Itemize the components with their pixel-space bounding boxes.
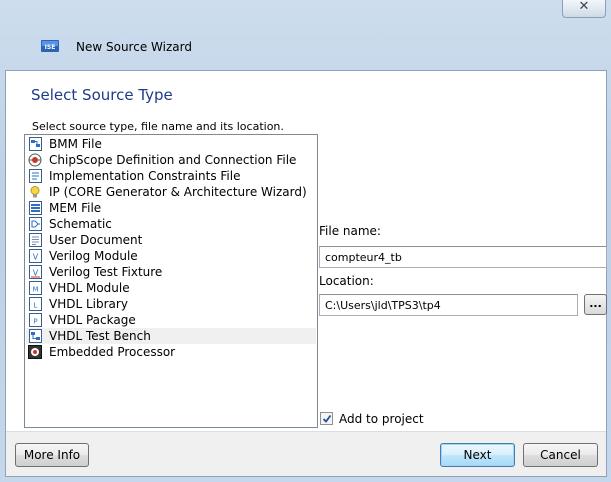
- source-type-item[interactable]: Implementation Constraints File: [26, 168, 316, 184]
- mem-file-icon: [28, 201, 42, 215]
- source-type-label: IP (CORE Generator & Architecture Wizard…: [49, 185, 307, 199]
- browse-button[interactable]: ...: [584, 294, 607, 315]
- svg-text:M: M: [32, 286, 38, 294]
- file-name-input[interactable]: [319, 246, 607, 268]
- source-type-item[interactable]: V Verilog Test Fixture: [26, 264, 316, 280]
- source-type-list[interactable]: BMM File ChipScope Definition and Connect…: [24, 134, 318, 428]
- source-type-item[interactable]: V Verilog Module: [26, 248, 316, 264]
- source-type-label: Schematic: [49, 217, 112, 231]
- source-type-label: ChipScope Definition and Connection File: [49, 153, 297, 167]
- schematic-icon: [28, 217, 42, 231]
- verilog-test-fixture-icon: V: [28, 265, 42, 279]
- source-type-item[interactable]: MEM File: [26, 200, 316, 216]
- source-type-item[interactable]: VHDL Test Bench: [26, 328, 316, 344]
- next-button[interactable]: Next: [440, 443, 515, 467]
- close-button[interactable]: ✕: [562, 0, 606, 18]
- source-type-label: Verilog Test Fixture: [49, 265, 163, 279]
- source-type-item[interactable]: ChipScope Definition and Connection File: [26, 152, 316, 168]
- source-type-item[interactable]: Embedded Processor: [26, 344, 316, 360]
- constraints-file-icon: [28, 169, 42, 183]
- location-input[interactable]: [319, 294, 578, 316]
- source-type-item[interactable]: Schematic: [26, 216, 316, 232]
- source-type-label: VHDL Library: [49, 297, 128, 311]
- bmm-file-icon: [28, 137, 42, 151]
- svg-text:P: P: [33, 318, 37, 326]
- source-type-label: VHDL Package: [49, 313, 136, 327]
- source-type-item[interactable]: IP (CORE Generator & Architecture Wizard…: [26, 184, 316, 200]
- source-type-label: Verilog Module: [49, 249, 138, 263]
- svg-text:ISE: ISE: [45, 44, 56, 51]
- window-title: New Source Wizard: [76, 40, 192, 54]
- more-info-button[interactable]: More Info: [15, 443, 89, 467]
- source-type-label: Embedded Processor: [49, 345, 176, 359]
- svg-text:V: V: [32, 253, 38, 262]
- button-bar: More Info Next Cancel: [6, 432, 606, 476]
- close-icon: ✕: [578, 0, 590, 14]
- vhdl-library-icon: L: [28, 297, 42, 311]
- file-name-label: File name:: [319, 224, 381, 238]
- add-to-project-checkbox[interactable]: [320, 412, 333, 425]
- checkmark-icon: [322, 414, 332, 423]
- source-type-item[interactable]: M VHDL Module: [26, 280, 316, 296]
- source-type-label: VHDL Test Bench: [49, 329, 151, 343]
- page-heading: Select Source Type: [31, 86, 173, 104]
- svg-text:V: V: [32, 269, 38, 278]
- source-type-label: Implementation Constraints File: [49, 169, 241, 183]
- source-type-item[interactable]: BMM File: [26, 136, 316, 152]
- source-type-label: User Document: [49, 233, 143, 247]
- svg-text:L: L: [33, 302, 37, 310]
- location-label: Location:: [319, 274, 374, 288]
- source-type-label: MEM File: [49, 201, 102, 215]
- add-to-project-label: Add to project: [339, 412, 424, 426]
- source-type-label: VHDL Module: [49, 281, 130, 295]
- vhdl-module-icon: M: [28, 281, 42, 295]
- cancel-button[interactable]: Cancel: [523, 443, 598, 467]
- page-instruction: Select source type, file name and its lo…: [32, 120, 284, 133]
- vhdl-test-bench-icon: [28, 329, 42, 343]
- verilog-module-icon: V: [28, 249, 42, 263]
- embedded-processor-icon: [28, 345, 42, 359]
- source-type-item[interactable]: L VHDL Library: [26, 296, 316, 312]
- ip-core-icon: [28, 185, 42, 199]
- user-document-icon: [28, 233, 42, 247]
- wizard-panel: Select Source Type Select source type, f…: [5, 70, 607, 477]
- ise-app-icon: ISE: [41, 39, 59, 53]
- source-type-item[interactable]: User Document: [26, 232, 316, 248]
- source-type-item[interactable]: P VHDL Package: [26, 312, 316, 328]
- window-frame: ✕ ISE New Source Wizard Select Source Ty…: [0, 0, 611, 482]
- chipscope-icon: [28, 153, 42, 167]
- source-type-label: BMM File: [49, 137, 102, 151]
- vhdl-package-icon: P: [28, 313, 42, 327]
